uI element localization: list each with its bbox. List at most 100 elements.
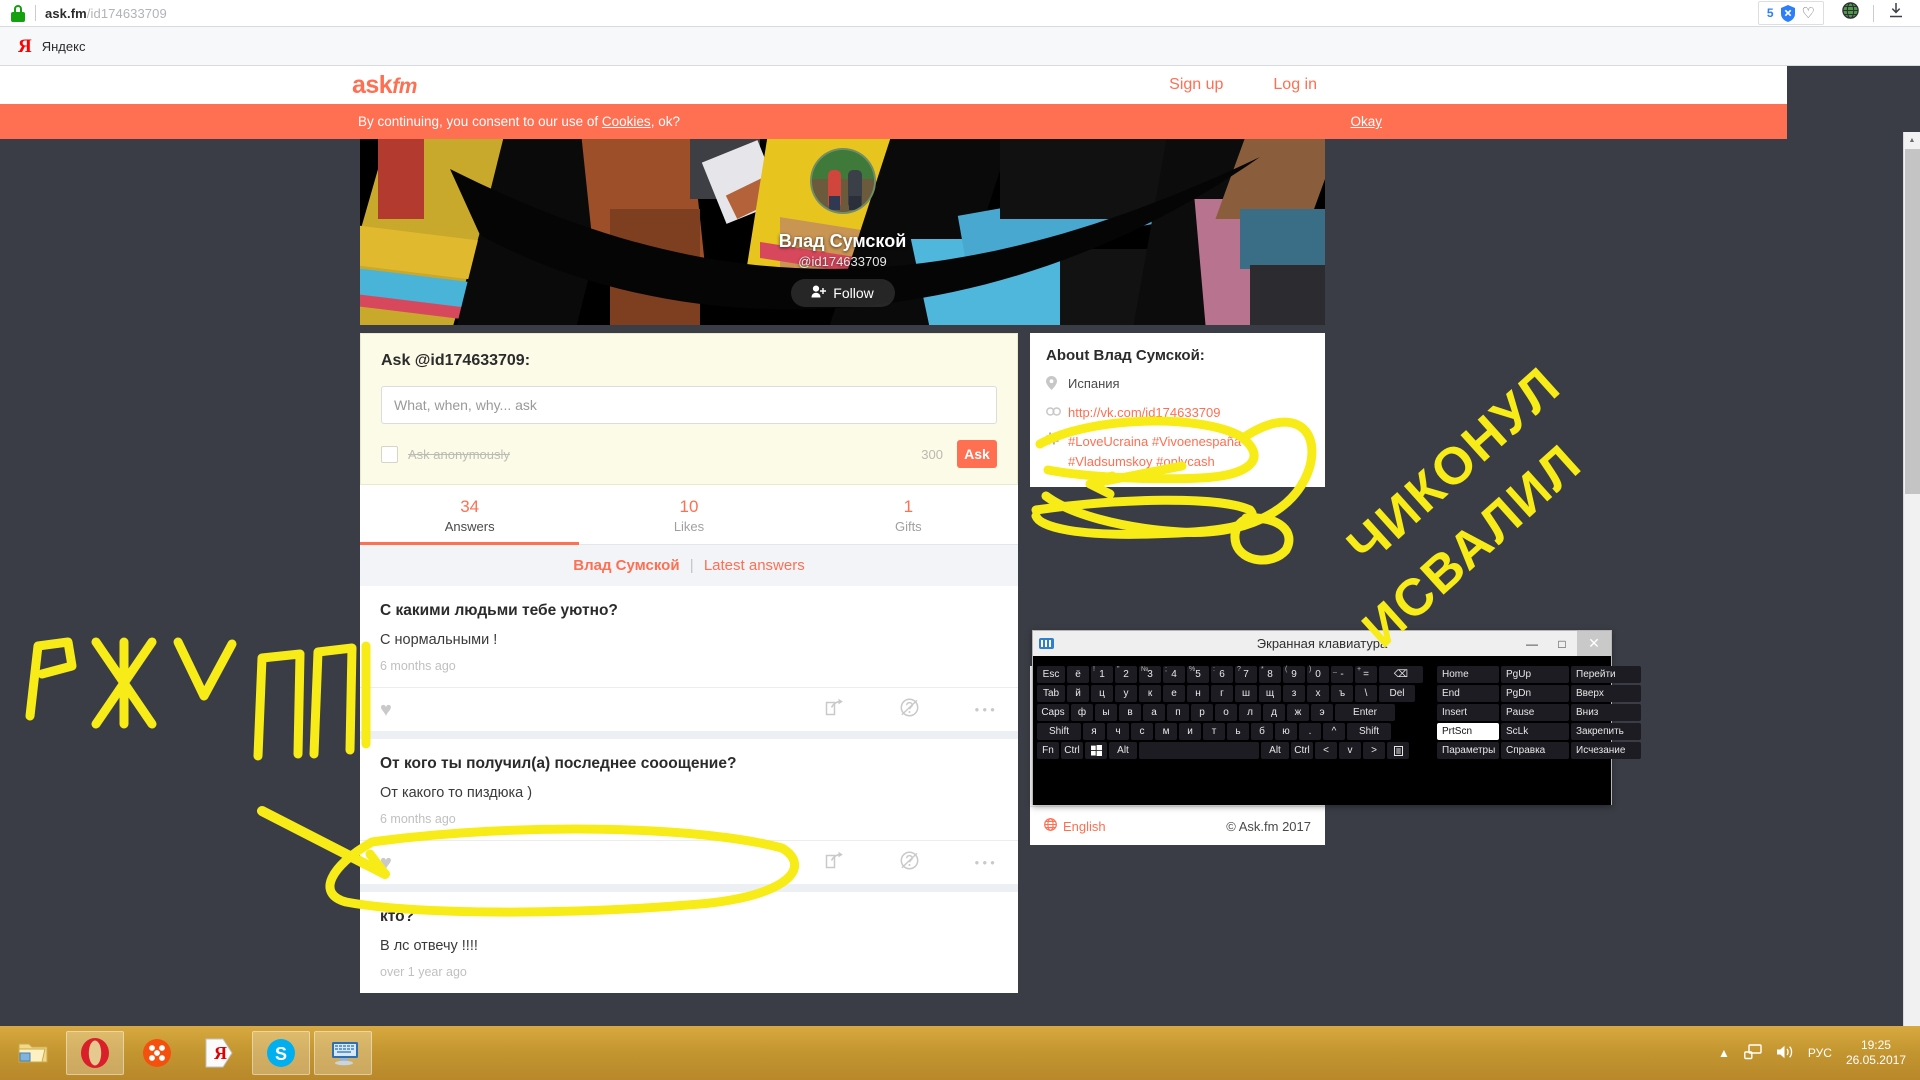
key-1[interactable]: !1 xyxy=(1091,666,1113,683)
key-f[interactable]: ф xyxy=(1071,704,1093,721)
key-yo[interactable]: ё xyxy=(1067,666,1089,683)
key-backslash[interactable]: \ xyxy=(1355,685,1377,702)
key-8[interactable]: *8 xyxy=(1259,666,1281,683)
volume-icon[interactable] xyxy=(1776,1044,1794,1063)
key-0[interactable]: )0 xyxy=(1307,666,1329,683)
key-ee[interactable]: э xyxy=(1311,704,1333,721)
key-period[interactable]: . xyxy=(1299,723,1321,740)
like-heart-icon[interactable]: ♥ xyxy=(380,700,392,720)
log-in-link[interactable]: Log in xyxy=(1273,76,1317,94)
key-hard[interactable]: ъ xyxy=(1331,685,1353,702)
onscreen-keyboard-icon[interactable] xyxy=(314,1031,372,1075)
key-parametry[interactable]: Параметры xyxy=(1437,742,1499,759)
key-shift-left[interactable]: Shift xyxy=(1037,723,1081,740)
key-n[interactable]: н xyxy=(1187,685,1209,702)
share-icon[interactable] xyxy=(825,698,844,721)
key-2[interactable]: "2 xyxy=(1115,666,1137,683)
breadcrumb-profile-link[interactable]: Влад Сумской xyxy=(573,557,679,574)
clock[interactable]: 19:25 26.05.2017 xyxy=(1846,1038,1906,1068)
cookies-link[interactable]: Cookies xyxy=(602,114,651,129)
askfm-logo[interactable]: askfm xyxy=(352,73,417,98)
key-soft[interactable]: ь xyxy=(1227,723,1249,740)
key-space[interactable] xyxy=(1139,742,1259,759)
key-t[interactable]: т xyxy=(1203,723,1225,740)
tab-answers[interactable]: 34 Answers xyxy=(360,485,579,544)
vpn-globe-icon[interactable] xyxy=(1842,2,1859,24)
key-right-arrow[interactable]: > xyxy=(1363,742,1385,759)
explorer-icon[interactable] xyxy=(4,1031,62,1075)
key-yy[interactable]: ы xyxy=(1095,704,1117,721)
key-u[interactable]: у xyxy=(1115,685,1137,702)
maximize-button[interactable]: □ xyxy=(1547,631,1577,656)
key-ctrl-right[interactable]: Ctrl xyxy=(1291,742,1313,759)
key-alt-right[interactable]: Alt xyxy=(1261,742,1289,759)
key-3[interactable]: №3 xyxy=(1139,666,1161,683)
scroll-up-arrow[interactable]: ▲ xyxy=(1904,132,1920,149)
key-g[interactable]: г xyxy=(1211,685,1233,702)
key-m[interactable]: м xyxy=(1155,723,1177,740)
favorite-heart-icon[interactable]: ♡ xyxy=(1802,6,1815,21)
key-a[interactable]: а xyxy=(1143,704,1165,721)
backspace-icon[interactable]: ⌫ xyxy=(1379,666,1423,683)
key-zh[interactable]: ж xyxy=(1287,704,1309,721)
key-alt-left[interactable]: Alt xyxy=(1109,742,1137,759)
key-l[interactable]: л xyxy=(1239,704,1261,721)
key-scrolllock[interactable]: ScLk xyxy=(1501,723,1569,740)
adblock-shield-icon[interactable] xyxy=(1780,5,1796,22)
download-icon[interactable] xyxy=(1888,2,1904,24)
key-home[interactable]: Home xyxy=(1437,666,1499,683)
key-ischezanie[interactable]: Исчезание xyxy=(1571,742,1641,759)
scrollbar[interactable]: ▲ ▼ xyxy=(1903,132,1920,1026)
cookie-okay-button[interactable]: Okay xyxy=(1350,114,1382,129)
more-options-icon[interactable]: ●●● xyxy=(975,858,999,867)
more-options-icon[interactable]: ●●● xyxy=(975,705,999,714)
key-ctrl-left[interactable]: Ctrl xyxy=(1061,742,1083,759)
url-text[interactable]: ask.fm/id174633709 xyxy=(45,6,167,21)
minimize-button[interactable]: — xyxy=(1517,631,1547,656)
key-pause[interactable]: Pause xyxy=(1501,704,1569,721)
key-4[interactable]: ;4 xyxy=(1163,666,1185,683)
key-menu[interactable] xyxy=(1387,742,1409,759)
key-equals[interactable]: += xyxy=(1355,666,1377,683)
key-shift-right[interactable]: Shift xyxy=(1347,723,1391,740)
avatar[interactable] xyxy=(810,148,876,214)
key-pereyti[interactable]: Перейти xyxy=(1571,666,1641,683)
key-insert[interactable]: Insert xyxy=(1437,704,1499,721)
key-r[interactable]: р xyxy=(1191,704,1213,721)
key-ch[interactable]: ч xyxy=(1107,723,1129,740)
key-pgdn[interactable]: PgDn xyxy=(1501,685,1569,702)
key-shch[interactable]: щ xyxy=(1259,685,1281,702)
ask-again-icon[interactable] xyxy=(900,851,919,875)
key-iy[interactable]: й xyxy=(1067,685,1089,702)
key-sh[interactable]: ш xyxy=(1235,685,1257,702)
key-yu[interactable]: ю xyxy=(1275,723,1297,740)
yandex-browser-icon[interactable]: Я xyxy=(190,1031,248,1075)
key-5[interactable]: %5 xyxy=(1187,666,1209,683)
windows-icon[interactable] xyxy=(1085,742,1107,759)
address-bar[interactable]: ask.fm/id174633709 5 ♡ xyxy=(0,0,1920,27)
key-prtscn[interactable]: PrtScn xyxy=(1437,723,1499,740)
key-up-arrow[interactable]: ^ xyxy=(1323,723,1345,740)
key-enter[interactable]: Enter xyxy=(1335,704,1395,721)
key-vniz[interactable]: Вниз xyxy=(1571,704,1641,721)
key-d[interactable]: д xyxy=(1263,704,1285,721)
key-del[interactable]: Del xyxy=(1379,685,1415,702)
key-minus[interactable]: _- xyxy=(1331,666,1353,683)
share-icon[interactable] xyxy=(825,851,844,874)
language-selector[interactable]: English xyxy=(1044,818,1106,834)
sign-up-link[interactable]: Sign up xyxy=(1169,76,1223,94)
bookmark-yandex[interactable]: Я Яндекс xyxy=(18,37,85,56)
key-ye[interactable]: е xyxy=(1163,685,1185,702)
skype-icon[interactable]: S xyxy=(252,1031,310,1075)
tab-likes[interactable]: 10 Likes xyxy=(579,485,798,544)
show-hidden-icons-arrow[interactable]: ▲ xyxy=(1718,1046,1730,1060)
key-zakrepit[interactable]: Закрепить xyxy=(1571,723,1641,740)
language-indicator[interactable]: РУС xyxy=(1808,1046,1832,1060)
close-icon[interactable]: ✕ xyxy=(1577,631,1611,656)
key-ya[interactable]: я xyxy=(1083,723,1105,740)
key-left-arrow[interactable]: < xyxy=(1315,742,1337,759)
key-s[interactable]: с xyxy=(1131,723,1153,740)
ask-submit-button[interactable]: Ask xyxy=(957,440,997,468)
key-o[interactable]: о xyxy=(1215,704,1237,721)
key-spravka[interactable]: Справка xyxy=(1501,742,1569,759)
